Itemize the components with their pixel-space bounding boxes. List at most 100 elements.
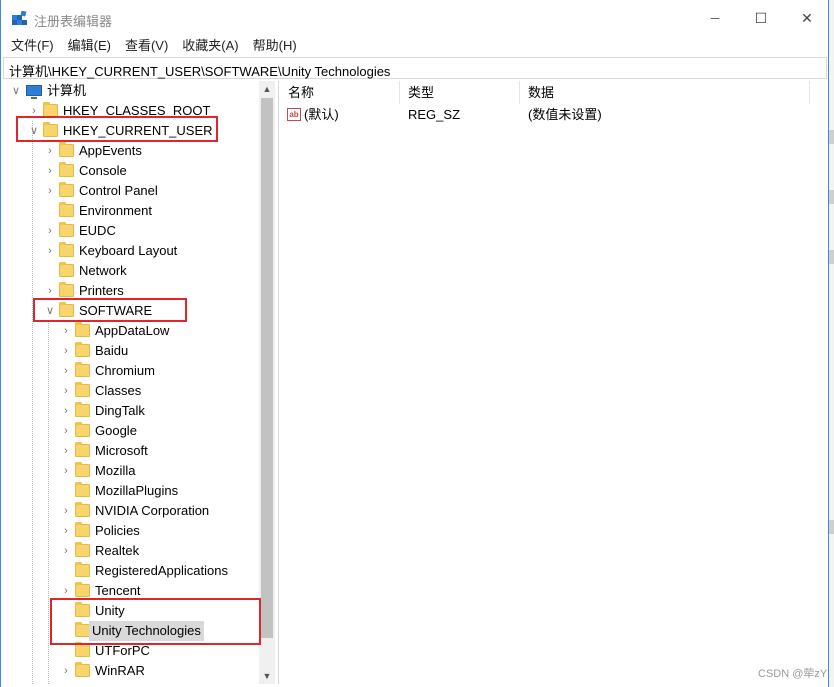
chevron-right-icon[interactable]: › (59, 521, 73, 541)
folder-icon (75, 322, 90, 337)
tree-label: RegisteredApplications (95, 563, 228, 578)
folder-icon (75, 462, 90, 477)
highlight-box-hkcu (16, 116, 218, 142)
tree-label: Mozilla (95, 463, 136, 478)
chevron-down-icon[interactable]: ∨ (9, 81, 23, 101)
chevron-right-icon[interactable]: › (59, 361, 73, 381)
folder-icon (75, 562, 90, 577)
menu-file[interactable]: 文件(F) (1, 36, 61, 56)
window-title: 注册表编辑器 (34, 14, 113, 29)
folder-icon (59, 202, 74, 217)
minimize-icon: ─ (710, 11, 720, 25)
tree-label: Baidu (95, 343, 129, 358)
background-fragment (829, 250, 834, 264)
registry-editor-window: 注册表编辑器 ─ ☐ ✕ 文件(F) 编辑(E) 查看(V) 收藏夹(A) 帮助… (0, 0, 829, 687)
chevron-right-icon[interactable]: › (59, 421, 73, 441)
address-path: 计算机\HKEY_CURRENT_USER\SOFTWARE\Unity Tec… (9, 64, 391, 79)
folder-icon (75, 522, 90, 537)
minimize-button[interactable]: ─ (692, 0, 738, 36)
folder-icon (59, 262, 74, 277)
registry-tree: ∨ 计算机 › HKEY_CLASSES_ROOT ∨ HKEY_CURRENT… (3, 81, 259, 684)
folder-icon (59, 182, 74, 197)
folder-icon (75, 382, 90, 397)
chevron-right-icon[interactable]: › (43, 181, 57, 201)
column-header-name[interactable]: 名称 (280, 81, 400, 104)
menu-bar: 文件(F) 编辑(E) 查看(V) 收藏夹(A) 帮助(H) (1, 36, 304, 56)
tree-label: Google (95, 423, 137, 438)
value-type: REG_SZ (408, 107, 461, 122)
folder-icon (75, 542, 90, 557)
chevron-right-icon[interactable]: › (59, 341, 73, 361)
chevron-right-icon[interactable]: › (59, 381, 73, 401)
menu-view[interactable]: 查看(V) (118, 36, 175, 56)
chevron-right-icon[interactable]: › (43, 141, 57, 161)
title-bar: 注册表编辑器 ─ ☐ ✕ (1, 0, 828, 36)
chevron-right-icon[interactable]: › (43, 221, 57, 241)
tree-label: WinRAR (95, 663, 145, 678)
close-icon: ✕ (801, 9, 813, 26)
chevron-right-icon[interactable]: › (59, 661, 73, 681)
folder-icon (59, 142, 74, 157)
watermark: CSDN @荦zY (758, 668, 828, 680)
tree-label: EUDC (79, 223, 116, 238)
tree-guide-line (32, 121, 33, 684)
close-button[interactable]: ✕ (784, 0, 830, 36)
menu-edit[interactable]: 编辑(E) (61, 36, 118, 56)
menu-favorites[interactable]: 收藏夹(A) (175, 36, 245, 56)
chevron-right-icon[interactable]: › (59, 461, 73, 481)
tree-label: AppDataLow (95, 323, 170, 338)
chevron-right-icon[interactable]: › (43, 241, 57, 261)
maximize-icon: ☐ (754, 9, 768, 26)
chevron-right-icon[interactable]: › (59, 541, 73, 561)
column-header-data[interactable]: 数据 (520, 81, 810, 104)
value-row[interactable]: ab (默认) REG_SZ (数值未设置) (280, 105, 810, 125)
tree-label: Environment (79, 203, 152, 218)
folder-icon (75, 582, 90, 597)
tree-label: Microsoft (95, 443, 148, 458)
folder-icon (59, 222, 74, 237)
tree-label: Realtek (95, 543, 140, 558)
tree-label: MozillaPlugins (95, 483, 179, 498)
folder-icon (75, 342, 90, 357)
tree-label: Policies (95, 523, 140, 538)
tree-scrollbar[interactable]: ▲ ▼ (259, 81, 275, 684)
chevron-right-icon[interactable]: › (59, 401, 73, 421)
values-list: 名称 类型 数据 ab (默认) REG_SZ (数值未设置) (280, 81, 828, 684)
maximize-button[interactable]: ☐ (738, 0, 784, 36)
string-value-icon: ab (287, 108, 301, 121)
tree-label: DingTalk (95, 403, 145, 418)
pane-divider[interactable] (278, 81, 279, 684)
tree-label: Classes (95, 383, 142, 398)
registry-editor-icon (12, 11, 27, 25)
computer-icon (26, 85, 42, 99)
tree-guide-line (48, 321, 49, 684)
scroll-up-icon[interactable]: ▲ (259, 81, 275, 97)
chevron-right-icon[interactable]: › (59, 321, 73, 341)
folder-icon (75, 362, 90, 377)
background-fragment (829, 520, 834, 534)
tree-label: Keyboard Layout (79, 243, 178, 258)
background-fragment (829, 190, 834, 204)
folder-icon (75, 662, 90, 677)
tree-label: Control Panel (79, 183, 158, 198)
scroll-down-icon[interactable]: ▼ (259, 668, 275, 684)
chevron-right-icon[interactable]: › (43, 161, 57, 181)
value-data: (数值未设置) (528, 107, 602, 122)
tree-label: AppEvents (79, 143, 142, 158)
scrollbar-thumb[interactable] (261, 98, 273, 638)
folder-icon (75, 402, 90, 417)
chevron-right-icon[interactable]: › (59, 501, 73, 521)
background-window-edge (829, 0, 834, 687)
chevron-right-icon[interactable]: › (59, 441, 73, 461)
folder-icon (75, 482, 90, 497)
background-fragment (829, 130, 834, 144)
address-bar[interactable]: 计算机\HKEY_CURRENT_USER\SOFTWARE\Unity Tec… (3, 57, 827, 79)
tree-label: 计算机 (47, 83, 87, 98)
column-header-type[interactable]: 类型 (400, 81, 520, 104)
tree-label: Network (79, 263, 127, 278)
tree-label: Console (79, 163, 127, 178)
menu-help[interactable]: 帮助(H) (246, 36, 304, 56)
tree-label: Chromium (95, 363, 155, 378)
folder-icon (75, 422, 90, 437)
folder-icon (59, 282, 74, 297)
